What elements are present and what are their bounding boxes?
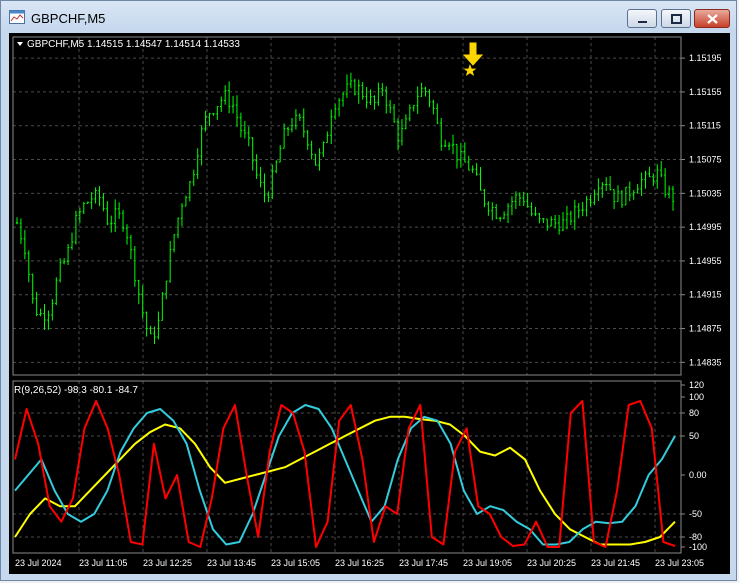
maximize-icon	[671, 14, 682, 24]
candlestick-series	[15, 72, 675, 345]
indicator-tick-label: -100	[689, 542, 707, 552]
title-bar[interactable]: GBPCHF,M5	[1, 1, 736, 33]
indicator-line	[14, 404, 676, 546]
indicator-tick-label: 100	[689, 392, 704, 402]
time-tick-label: 23 Jul 15:05	[271, 558, 320, 568]
price-tick-label: 1.15035	[689, 188, 722, 198]
indicator-tick-label: -80	[689, 532, 702, 542]
indicator-tick-label: 0.00	[689, 470, 707, 480]
minimize-icon	[638, 21, 647, 23]
price-tick-label: 1.15115	[689, 121, 721, 131]
time-tick-label: 23 Jul 16:25	[335, 558, 384, 568]
price-tick-label: 1.14835	[689, 357, 722, 367]
collapse-triangle-icon[interactable]	[17, 42, 23, 46]
price-tick-label: 1.14875	[689, 324, 722, 334]
indicator-line	[14, 415, 676, 546]
time-tick-label: 23 Jul 11:05	[79, 558, 127, 568]
app-chart-icon	[9, 10, 25, 24]
chart-window: GBPCHF,M5 GBPCHF,M5 1.14515 1.14547 1.14…	[0, 0, 737, 581]
time-tick-label: 23 Jul 17:45	[399, 558, 448, 568]
indicator-tick-label: 50	[689, 431, 699, 441]
time-tick-label: 23 Jul 21:45	[591, 558, 640, 568]
arrow-down-icon	[462, 42, 484, 66]
maximize-button[interactable]	[661, 9, 691, 28]
indicator-tick-label: 80	[689, 408, 699, 418]
time-tick-label: 23 Jul 2024	[15, 558, 62, 568]
price-tick-label: 1.14995	[689, 222, 722, 232]
indicator-series	[14, 400, 676, 548]
price-tick-label: 1.15195	[689, 53, 722, 63]
price-tick-label: 1.15155	[689, 87, 722, 97]
time-tick-label: 23 Jul 13:45	[207, 558, 256, 568]
chart-svg[interactable]: GBPCHF,M5 1.14515 1.14547 1.14514 1.1453…	[9, 33, 730, 574]
main-panel-label: GBPCHF,M5 1.14515 1.14547 1.14514 1.1453…	[17, 39, 240, 50]
indicator-tick-label: 120	[689, 380, 704, 390]
buy-signal-marker	[462, 42, 484, 76]
minimize-button[interactable]	[627, 9, 657, 28]
close-icon	[707, 14, 718, 24]
indicator-axis: 120 100 80 50 0.00 -50 -80-100	[681, 380, 707, 552]
price-axis: 1.15195 1.15155 1.15115 1.15075 1.15035 1.149…	[681, 53, 722, 367]
price-tick-label: 1.15075	[689, 155, 722, 165]
symbol-ohlc-label: GBPCHF,M5 1.14515 1.14547 1.14514 1.1453…	[27, 39, 240, 50]
time-axis: 23 Jul 2024 23 Jul 11:05 23 Jul 12:25 23 Ju…	[15, 558, 704, 568]
time-tick-label: 23 Jul 12:25	[143, 558, 192, 568]
indicator-label: R(9,26,52) -98.3 -80.1 -84.7	[14, 385, 138, 396]
window-title: GBPCHF,M5	[31, 11, 106, 26]
time-tick-label: 23 Jul 23:05	[655, 558, 704, 568]
star-icon	[463, 64, 477, 76]
time-tick-label: 23 Jul 20:25	[527, 558, 576, 568]
indicator-tick-label: -50	[689, 509, 702, 519]
close-button[interactable]	[694, 9, 730, 28]
price-tick-label: 1.14955	[689, 256, 722, 266]
price-tick-label: 1.14915	[689, 290, 722, 300]
chart-canvas[interactable]: GBPCHF,M5 1.14515 1.14547 1.14514 1.1453…	[9, 33, 730, 574]
time-tick-label: 23 Jul 19:05	[463, 558, 512, 568]
